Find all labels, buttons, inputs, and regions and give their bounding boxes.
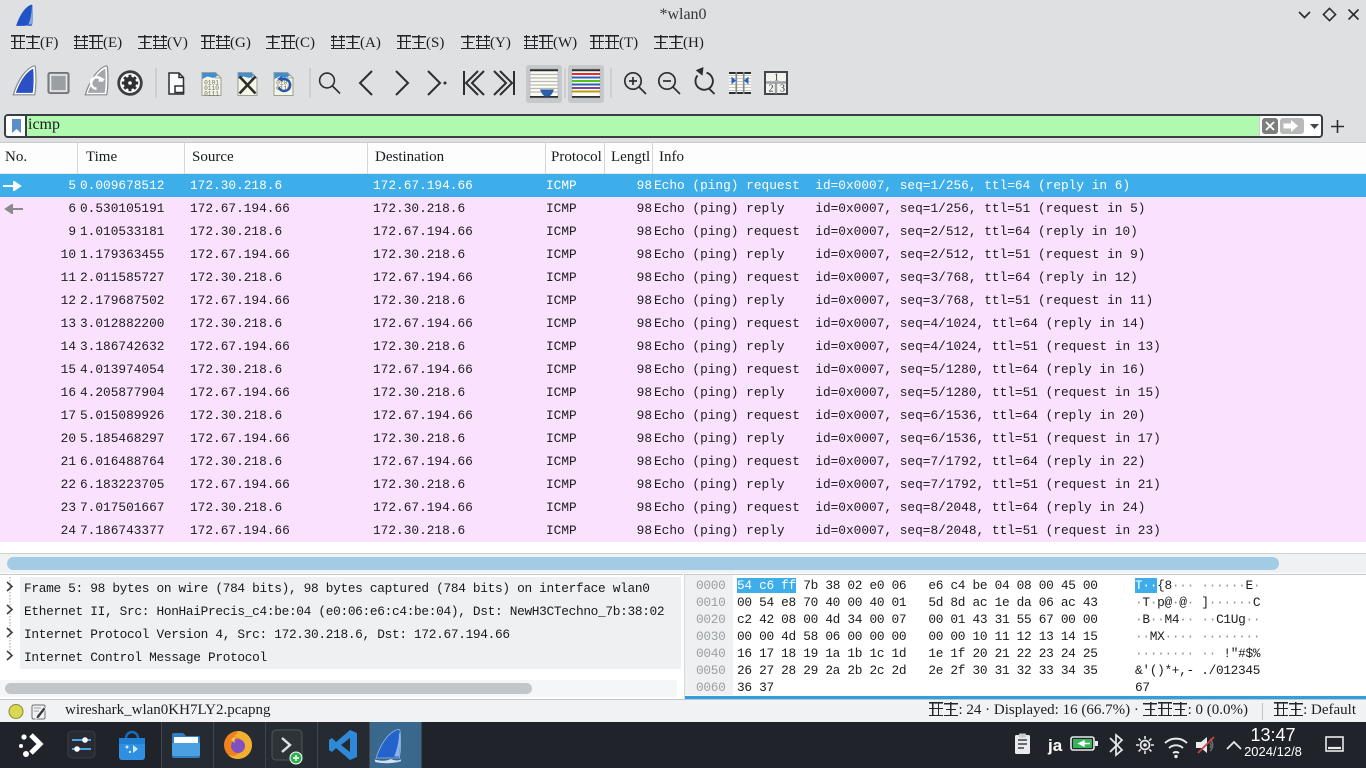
svg-text:2: 2: [769, 84, 774, 95]
svg-text:3: 3: [780, 84, 785, 95]
svg-text:1: 1: [774, 73, 779, 84]
svg-text:ja: ja: [1047, 736, 1063, 755]
svg-text:0111: 0111: [204, 91, 219, 98]
